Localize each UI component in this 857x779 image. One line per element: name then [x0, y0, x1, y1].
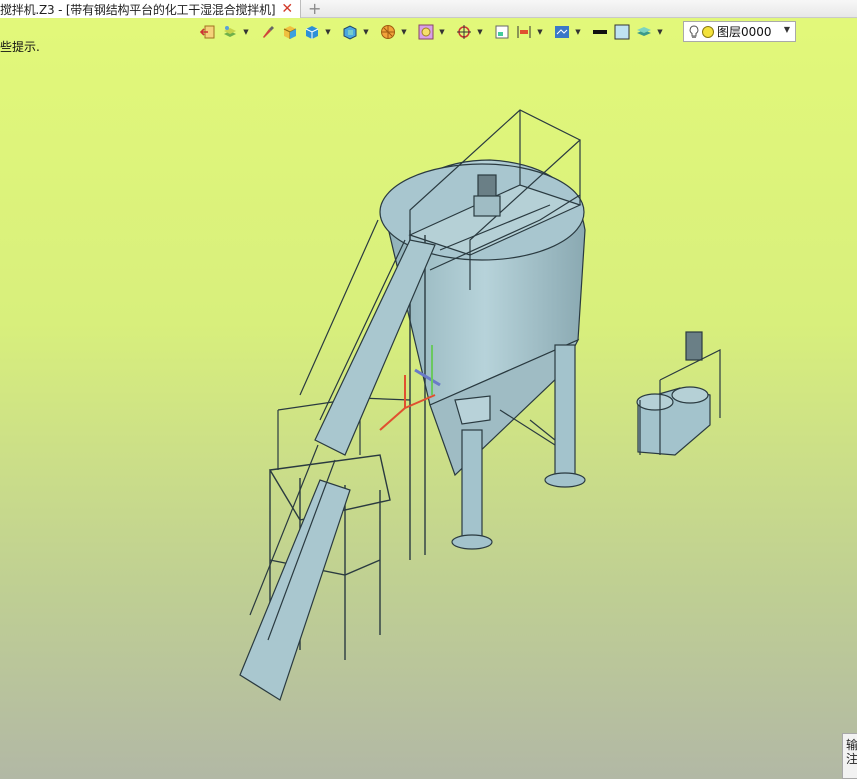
motor: [477, 174, 497, 198]
mixer-3d-model[interactable]: [0, 0, 857, 779]
small-mixer: [636, 331, 721, 456]
tank-hatch: [454, 395, 491, 425]
tank-leg: [554, 344, 576, 481]
tank-leg: [461, 429, 483, 543]
side-panel-tab[interactable]: 输 注: [842, 733, 857, 779]
